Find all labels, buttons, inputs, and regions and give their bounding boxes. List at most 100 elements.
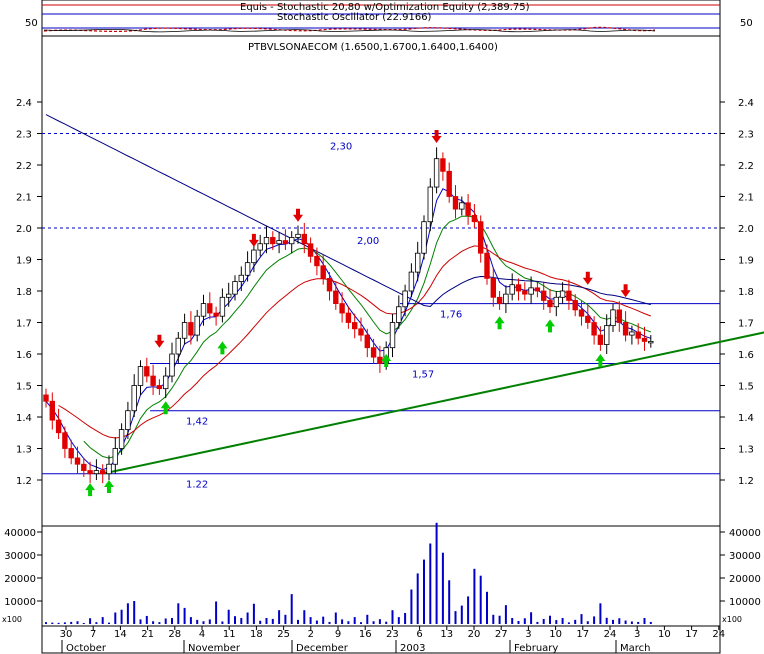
volume-bar [454,611,457,624]
volume-panel-frame [41,525,721,627]
volume-bar [164,618,167,624]
price-tick-label: 2.1 [16,193,32,204]
price-tick-label: 2.2 [738,161,754,172]
main-title: PTBVLSONAECOM (1.6500,1.6700,1.6400,1.64… [248,42,498,53]
volume-bar [580,614,583,624]
candle-body [421,221,427,254]
candle-body [150,375,156,386]
volume-bar [208,619,211,624]
candle-body [364,334,370,349]
candle-body [616,309,622,323]
candle-body [106,463,112,475]
candle-body [459,202,465,210]
volume-bar [649,621,652,624]
volume-bar [101,617,104,624]
candle-body [641,337,648,342]
volume-bar [353,617,356,624]
candle-body [74,457,81,465]
candle-body [402,290,408,308]
volume-bar [133,601,136,624]
candle-body [490,277,496,298]
volume-bar [397,617,400,624]
level-label: 1,57 [412,369,434,380]
candle-body [257,243,263,251]
date-tick-label: 13 [440,629,453,640]
price-tick-label: 2.4 [16,98,32,109]
volume-bar [234,616,236,624]
candle-body [175,337,181,355]
level-label: 1,42 [186,417,208,428]
candle-body [339,303,345,314]
month-label: December [296,643,349,654]
month-label: November [188,643,241,654]
candle-body [307,243,314,257]
date-tick-label: 10 [549,629,562,640]
volume-bar [252,603,255,624]
candle-body [320,265,326,279]
candle-body [118,429,125,449]
volume-bar [45,622,47,624]
candle-body [629,331,635,336]
date-tick-label: 30 [60,629,73,640]
price-tick-label: 1.7 [738,319,754,330]
candle-body [408,271,415,292]
candle-body [68,448,74,459]
volume-bar [120,609,123,624]
price-panel-frame [41,35,721,527]
candle-body [585,315,591,323]
volume-bar [278,610,281,624]
candle-body [326,277,333,292]
candle-body [169,353,175,377]
candle-body [125,410,131,431]
candle-body [370,347,377,358]
candle-body [604,325,610,345]
volume-bar [360,622,362,624]
volume-bar [309,617,312,624]
volume-bar [334,612,337,624]
volume-bar [618,618,621,624]
candle-body [137,366,144,386]
date-tick-label: 17 [576,629,589,640]
volume-bar [467,596,470,624]
price-tick-label: 2.3 [16,130,32,141]
volume-bar [177,603,180,624]
candle-body [87,470,93,475]
volume-bar [303,610,306,624]
volume-bar [189,617,192,624]
candle-body [566,290,572,301]
stock-chart: Equis - Stochastic 20,80 w/Optimization … [2,0,764,654]
candle-body [276,240,282,245]
candle-body [440,158,446,172]
volume-bar [51,622,54,624]
volume-bar [322,616,325,624]
price-tick-label: 2.2 [16,161,32,172]
volume-bar [271,618,274,624]
price-tick-label: 1.9 [16,256,32,267]
volume-bar [57,622,60,624]
volume-bar [152,621,155,624]
volume-bar [95,622,98,624]
candle-body [509,284,515,295]
volume-bar [265,618,268,624]
price-axis-right: 1.2 1.3 1.4 1.5 1.6 1.7 1.8 1.9 2.0 2.1 2.2 2.3 2.4 [720,98,754,487]
price-axis-left: 1.2 1.3 1.4 1.5 1.6 1.7 1.8 1.9 2.0 2.1 2.2 2.3 2.4 [16,98,42,487]
volume-bar [126,603,129,624]
candle-body [471,214,478,223]
volume-bar [139,619,142,624]
volume-bar [441,552,444,624]
candle-body [207,303,213,314]
candle-body [427,186,433,223]
candle-body [112,448,118,465]
volume-bar [89,618,92,624]
candle-body [547,300,553,308]
candle-body [314,255,320,267]
volume-bar [108,622,110,624]
candle-body [232,281,238,295]
candle-body [251,249,257,264]
price-tick-label: 1.7 [16,319,32,330]
candle-body [622,322,629,336]
candle-body [396,306,402,323]
price-tick-label: 1.4 [16,413,32,424]
candle-body [244,262,251,276]
volume-bar [145,615,148,624]
